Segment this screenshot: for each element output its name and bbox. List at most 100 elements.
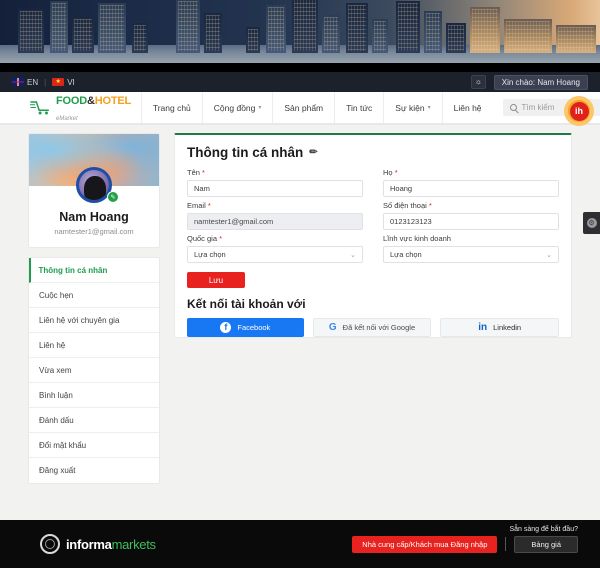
hero-building: [132, 23, 148, 53]
nav-item-contact[interactable]: Liên hệ: [441, 92, 493, 123]
google-icon: G: [328, 322, 337, 333]
hero-building: [98, 3, 126, 53]
hero-building: [424, 11, 442, 53]
sidebar-item-personal-info[interactable]: Thông tin cá nhân: [29, 258, 159, 283]
chevron-down-icon: ▾: [258, 105, 262, 111]
sidebar-menu: Thông tin cá nhân Cuộc hẹn Liên hệ với c…: [28, 257, 160, 484]
sidebar-item-label: Thông tin cá nhân: [38, 265, 108, 275]
sidebar-item-contact[interactable]: Liên hệ: [29, 333, 159, 358]
sidebar-item-label: Liên hệ: [39, 340, 66, 350]
field-business-sector: Lĩnh vực kinh doanh Lựa chọn ⌄: [383, 234, 559, 263]
chevron-down-icon: ⌄: [350, 251, 356, 259]
nav-item-community[interactable]: Cộng đồng ▾: [201, 92, 273, 123]
sidebar-item-label: Liên hệ với chuyên gia: [39, 315, 120, 325]
nav-label: Trang chủ: [152, 102, 191, 113]
user-greeting-button[interactable]: Xin chào: Nam Hoang: [493, 74, 588, 90]
supplier-buyer-login-button[interactable]: Nhà cung cấp/Khách mua Đăng nhập: [352, 535, 498, 553]
language-bar: EN | ★ VI ☼ Xin chào: Nam Hoang: [0, 72, 600, 92]
facebook-icon: f: [220, 322, 232, 333]
page-title: Thông tin cá nhân ✏: [187, 145, 559, 160]
sidebar-item-change-password[interactable]: Đổi mật khẩu: [29, 433, 159, 458]
hero-building: [292, 0, 318, 53]
sidebar-item-logout[interactable]: Đăng xuất: [29, 458, 159, 483]
business-sector-select[interactable]: Lựa chọn ⌄: [383, 246, 559, 263]
hero-building: [204, 13, 222, 53]
edit-avatar-icon[interactable]: ✎: [107, 191, 119, 203]
connect-facebook-label: Facebook: [237, 323, 271, 332]
field-label: Lĩnh vực kinh doanh: [383, 234, 559, 243]
profile-card: ✎ Nam Hoang namtester1@gmail.com: [28, 133, 160, 248]
email-input: [187, 213, 363, 230]
informa-word: informa: [66, 536, 112, 552]
connect-google-button[interactable]: G Đã kết nối với Google: [312, 318, 432, 337]
required-marker: *: [202, 168, 205, 177]
logo-text: FOOD&HOTEL eMarket: [56, 92, 131, 124]
site-header: FOOD&HOTEL eMarket Trang chủ Cộng đồng ▾…: [0, 92, 600, 126]
informa-markets-logo: informamarkets: [22, 534, 156, 554]
shopping-cart-icon: [29, 100, 52, 115]
profile-name: Nam Hoang: [59, 210, 129, 224]
page-title-text: Thông tin cá nhân: [187, 145, 304, 160]
sidebar-item-label: Đổi mật khẩu: [39, 440, 87, 450]
sidebar-item-bookmarks[interactable]: Đánh dấu: [29, 408, 159, 433]
label-text: Họ: [383, 168, 393, 177]
required-marker: *: [219, 234, 223, 243]
hero-building: [446, 23, 466, 53]
required-marker: *: [207, 201, 211, 210]
label-text: Số điện thoại: [383, 201, 427, 210]
hero-building: [18, 9, 44, 53]
personal-info-form: Tên * Họ * Email * Số điện thoại * Quốc …: [187, 168, 559, 263]
sidebar-item-appointments[interactable]: Cuộc hẹn: [29, 283, 159, 308]
save-button[interactable]: Lưu: [187, 272, 245, 288]
footer-divider: [505, 537, 507, 551]
language-option-vi[interactable]: ★ VI: [52, 78, 75, 87]
connect-google-label: Đã kết nối với Google: [342, 323, 416, 332]
logo-hotel: HOTEL: [94, 94, 131, 107]
notification-bell-icon[interactable]: ☼: [470, 75, 486, 89]
country-select[interactable]: Lựa chọn ⌄: [187, 246, 363, 263]
nav-item-products[interactable]: Sản phẩm: [272, 92, 334, 123]
nav-item-home[interactable]: Trang chủ: [140, 92, 202, 123]
field-last-name: Họ *: [383, 168, 559, 197]
phone-input[interactable]: [383, 213, 559, 230]
informa-mark-icon: [40, 534, 60, 554]
field-first-name: Tên *: [187, 168, 363, 197]
sidebar-item-label: Đăng xuất: [39, 466, 76, 475]
nav-label: Sự kiện: [395, 102, 425, 113]
nav-label: Tin tức: [346, 102, 373, 113]
business-sector-select-value: Lựa chọn: [390, 250, 422, 259]
site-logo[interactable]: FOOD&HOTEL eMarket: [0, 92, 141, 123]
field-email: Email *: [187, 201, 363, 230]
nav-label: Cộng đồng: [213, 102, 256, 113]
last-name-input[interactable]: [383, 180, 559, 197]
connect-linkedin-button[interactable]: in Linkedin: [440, 318, 560, 337]
search-icon: [509, 104, 517, 111]
floating-settings-tab[interactable]: ⚙: [583, 212, 600, 234]
personal-info-card: Thông tin cá nhân ✏ Tên * Họ * Email * S…: [174, 133, 572, 338]
sidebar-item-comments[interactable]: Bình luận: [29, 383, 159, 408]
pricing-button[interactable]: Bảng giá: [514, 535, 578, 553]
hero-banner-image: [0, 0, 600, 72]
event-badge-logo[interactable]: ih: [564, 96, 594, 126]
hero-building: [470, 7, 500, 53]
hero-building: [266, 5, 286, 53]
main-navigation: Trang chủ Cộng đồng ▾ Sản phẩm Tin tức S…: [140, 92, 600, 123]
footer-ready-text: Sẵn sàng để bắt đầu?: [509, 526, 578, 533]
language-label-vi: VI: [67, 77, 75, 87]
language-option-en[interactable]: EN: [12, 78, 38, 87]
informa-logo-text: informamarkets: [66, 537, 156, 552]
chevron-down-icon: ⌄: [546, 251, 552, 259]
edit-pencil-icon[interactable]: ✏: [309, 147, 317, 158]
hero-building: [346, 3, 368, 53]
badge-inner-mark: ih: [569, 101, 589, 121]
first-name-input[interactable]: [187, 180, 363, 197]
site-footer: informamarkets Sẵn sàng để bắt đầu? Nhà …: [0, 520, 600, 568]
hero-building: [322, 15, 340, 53]
nav-item-events[interactable]: Sự kiện ▾: [383, 92, 441, 123]
logo-food: FOOD: [56, 94, 87, 107]
nav-item-news[interactable]: Tin tức: [334, 92, 383, 123]
connect-facebook-button[interactable]: f Facebook: [187, 318, 304, 337]
sidebar-item-recently-viewed[interactable]: Vừa xem: [29, 358, 159, 383]
sidebar-item-contact-expert[interactable]: Liên hệ với chuyên gia: [29, 308, 159, 333]
country-select-value: Lựa chọn: [194, 250, 226, 259]
